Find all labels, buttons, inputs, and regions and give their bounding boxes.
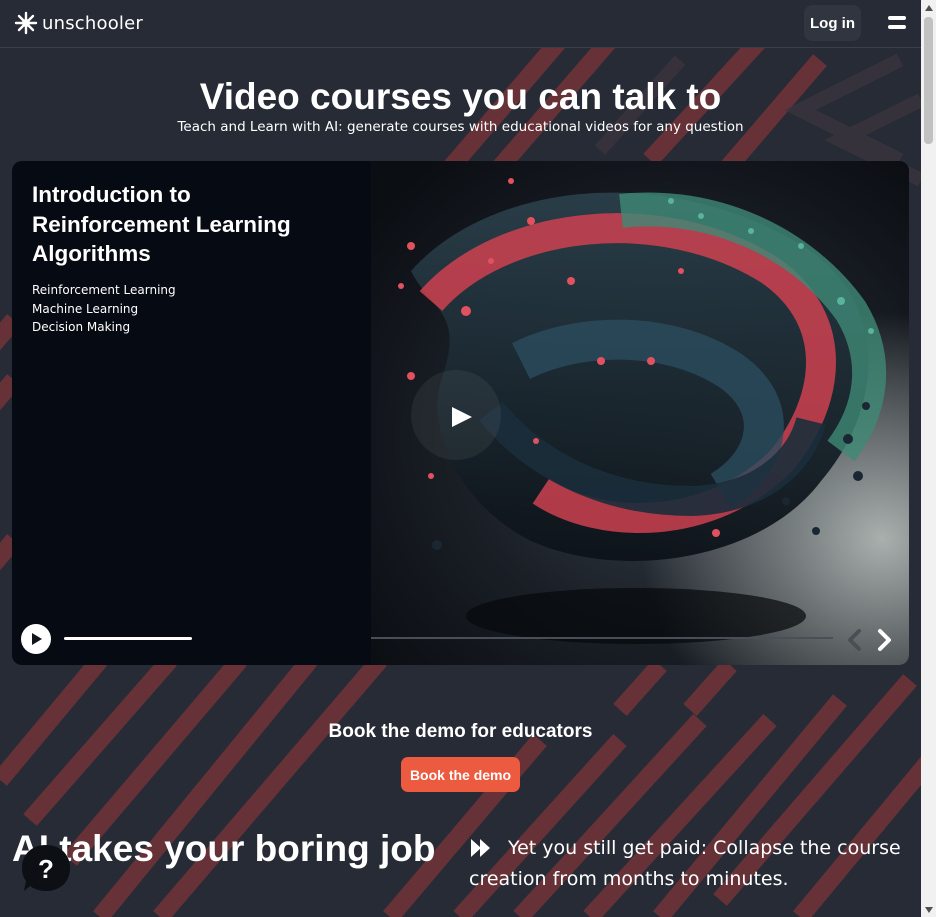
vertical-scrollbar[interactable] xyxy=(921,0,936,917)
course-video-player: Introduction to Reinforcement Learning A… xyxy=(12,161,909,665)
topic-list: Reinforcement Learning Machine Learning … xyxy=(32,281,176,337)
chevron-left-icon[interactable] xyxy=(845,628,863,652)
starburst-icon xyxy=(14,11,38,35)
demo-heading: Book the demo for educators xyxy=(328,721,593,742)
topic-item: Decision Making xyxy=(32,320,131,334)
page-title: Video courses you can talk to xyxy=(199,76,722,117)
topic-item: Reinforcement Learning xyxy=(32,283,176,297)
video-progress-bar[interactable] xyxy=(64,637,192,640)
help-bubble-icon: ? xyxy=(22,845,70,891)
ai-section-description: Yet you still get paid: Collapse the cou… xyxy=(469,837,901,890)
topic-item: Machine Learning xyxy=(32,301,139,316)
scroll-down-arrow-icon[interactable] xyxy=(921,902,936,917)
help-label: ? xyxy=(38,854,54,884)
play-overlay-icon[interactable] xyxy=(448,405,476,429)
player-play-button[interactable] xyxy=(21,624,51,654)
page-subtitle: Teach and Learn with AI: generate course… xyxy=(177,119,744,135)
ai-section-heading: AI takes your boring job xyxy=(12,828,436,869)
course-title: Introduction to Reinforcement Learning A… xyxy=(32,182,291,266)
login-button[interactable]: Log in xyxy=(804,5,861,41)
scrollbar-thumb[interactable] xyxy=(924,17,933,144)
help-chat-button[interactable]: ? xyxy=(20,843,72,895)
scroll-up-arrow-icon[interactable] xyxy=(921,0,936,15)
top-navigation-bar: unschooler Log in xyxy=(0,0,921,48)
video-timeline[interactable] xyxy=(371,637,833,639)
logo-text: unschooler xyxy=(42,12,143,34)
logo[interactable]: unschooler xyxy=(14,11,143,35)
book-demo-button[interactable]: Book the demo xyxy=(401,757,520,792)
chevron-right-icon[interactable] xyxy=(876,628,894,652)
play-icon xyxy=(32,633,42,645)
hamburger-menu-icon[interactable] xyxy=(886,12,908,34)
